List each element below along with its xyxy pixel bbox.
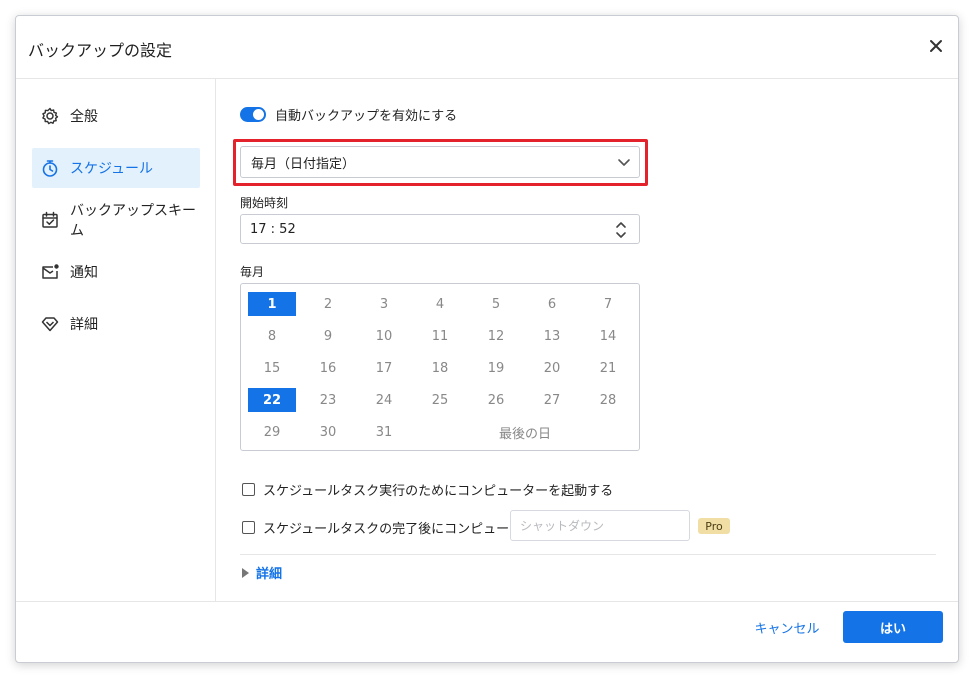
day-cell[interactable]: 26	[472, 388, 520, 412]
day-cell[interactable]: 7	[584, 292, 632, 316]
sidebar-item-notification[interactable]: 通知	[32, 252, 200, 292]
day-cell[interactable]: 31	[360, 420, 408, 444]
start-time-input[interactable]: 17 : 52	[240, 214, 640, 244]
wake-computer-label: スケジュールタスク実行のためにコンピューターを起動する	[263, 484, 614, 499]
day-cell[interactable]: 21	[584, 356, 632, 380]
shutdown-action-input[interactable]: シャットダウン	[510, 510, 690, 541]
after-task-label: スケジュールタスクの完了後にコンピューターを	[263, 522, 549, 537]
cancel-button[interactable]: キャンセル	[747, 611, 827, 643]
day-cell[interactable]: 15	[248, 356, 296, 380]
day-cell[interactable]: 28	[584, 388, 632, 412]
schedule-panel: 自動バックアップを有効にする 毎月（日付指定） 開始時刻 17 : 52 毎月 …	[216, 79, 958, 601]
diamond-icon	[40, 314, 60, 334]
day-cell[interactable]: 19	[472, 356, 520, 380]
gear-icon	[40, 106, 60, 126]
last-day-option[interactable]: 最後の日	[457, 420, 593, 444]
day-cell[interactable]: 18	[416, 356, 464, 380]
backup-settings-dialog: バックアップの設定 全般 スケジュール バックアップスキーム 通知 詳細 自動バ…	[15, 15, 959, 663]
auto-backup-toggle[interactable]	[240, 107, 266, 122]
day-cell[interactable]: 2	[304, 292, 352, 316]
chevron-down-icon	[617, 155, 631, 173]
day-cell[interactable]: 29	[248, 420, 296, 444]
sidebar-item-label: スケジュール	[70, 161, 154, 177]
day-cell[interactable]: 1	[248, 292, 296, 316]
start-time-label: 開始時刻	[240, 196, 289, 210]
day-cell[interactable]: 30	[304, 420, 352, 444]
sidebar-item-label: バックアップスキーム	[70, 203, 196, 239]
monthly-label: 毎月	[240, 265, 265, 279]
wake-computer-row: スケジュールタスク実行のためにコンピューターを起動する	[242, 480, 613, 499]
auto-backup-row: 自動バックアップを有効にする	[240, 105, 457, 124]
pro-badge: Pro	[698, 518, 730, 534]
details-expander[interactable]: 詳細	[242, 563, 282, 582]
sidebar-item-schedule[interactable]: スケジュール	[32, 148, 200, 188]
frequency-select[interactable]: 毎月（日付指定）	[240, 146, 640, 178]
sidebar-item-general[interactable]: 全般	[32, 96, 200, 136]
after-task-row: スケジュールタスクの完了後にコンピューターを	[242, 518, 548, 537]
day-cell[interactable]: 17	[360, 356, 408, 380]
day-cell[interactable]: 13	[528, 324, 576, 348]
day-cell[interactable]: 23	[304, 388, 352, 412]
close-icon[interactable]	[924, 34, 948, 58]
mail-icon	[40, 262, 60, 282]
day-cell[interactable]: 24	[360, 388, 408, 412]
day-cell[interactable]: 4	[416, 292, 464, 316]
sidebar-item-label: 通知	[70, 265, 98, 281]
divider	[240, 554, 936, 555]
day-cell[interactable]: 20	[528, 356, 576, 380]
dialog-titlebar: バックアップの設定	[16, 16, 958, 79]
day-cell[interactable]: 6	[528, 292, 576, 316]
calendar-check-icon	[40, 210, 60, 230]
details-label: 詳細	[256, 567, 283, 582]
stopwatch-icon	[40, 158, 60, 178]
start-time-value: 17 : 52	[250, 221, 296, 237]
day-cell[interactable]: 9	[304, 324, 352, 348]
day-cell[interactable]: 22	[248, 388, 296, 412]
sidebar-item-label: 詳細	[70, 317, 98, 333]
day-cell[interactable]: 14	[584, 324, 632, 348]
sidebar-item-backup-scheme[interactable]: バックアップスキーム	[32, 200, 200, 240]
sidebar-item-details[interactable]: 詳細	[32, 304, 200, 344]
day-cell[interactable]: 10	[360, 324, 408, 348]
day-cell[interactable]: 3	[360, 292, 408, 316]
day-cell[interactable]: 27	[528, 388, 576, 412]
after-task-checkbox[interactable]	[242, 521, 255, 534]
settings-sidebar: 全般 スケジュール バックアップスキーム 通知 詳細	[16, 79, 216, 601]
frequency-value: 毎月（日付指定）	[251, 156, 356, 172]
day-cell[interactable]: 12	[472, 324, 520, 348]
ok-button[interactable]: はい	[843, 611, 943, 643]
dialog-title: バックアップの設定	[28, 41, 173, 60]
day-cell[interactable]: 16	[304, 356, 352, 380]
day-cell[interactable]: 11	[416, 324, 464, 348]
triangle-right-icon	[242, 567, 249, 578]
month-day-picker: 最後の日 1 2 3 4 5 6 7 8 9 10 11 12 13 14 15 16 17 18 19 20 21 22…	[240, 283, 640, 451]
auto-backup-label: 自動バックアップを有効にする	[275, 109, 458, 124]
spinner-icon[interactable]	[615, 220, 627, 244]
dialog-footer: キャンセル はい	[16, 601, 958, 662]
day-cell[interactable]: 5	[472, 292, 520, 316]
day-cell[interactable]: 25	[416, 388, 464, 412]
day-cell[interactable]: 8	[248, 324, 296, 348]
wake-computer-checkbox[interactable]	[242, 483, 255, 496]
sidebar-item-label: 全般	[70, 109, 98, 125]
